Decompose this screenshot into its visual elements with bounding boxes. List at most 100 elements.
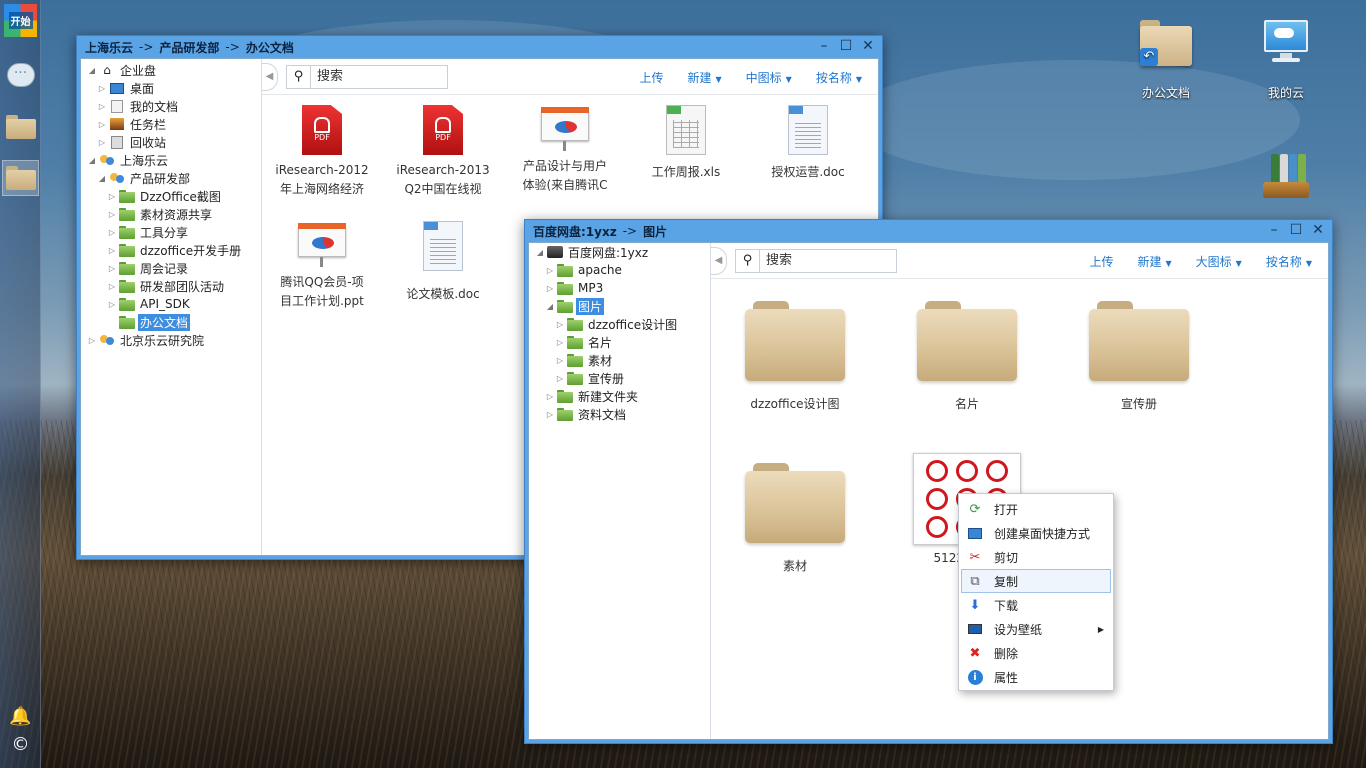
expand-arrow-icon[interactable]: ▷: [555, 320, 565, 329]
tree-item-my-documents[interactable]: ▷ 我的文档: [81, 97, 261, 115]
tree-item-enterprise-disk[interactable]: ◢ ⌂ 企业盘: [81, 61, 261, 79]
tree-item-office-docs-selected[interactable]: 办公文档: [81, 313, 261, 331]
menu-item-properties[interactable]: i 属性: [961, 665, 1111, 689]
expand-arrow-icon[interactable]: ▷: [97, 102, 107, 111]
menu-item-set-wallpaper[interactable]: 设为壁纸 ▶: [961, 617, 1111, 641]
upload-button[interactable]: 上传: [639, 69, 663, 86]
expand-arrow-icon[interactable]: ▷: [107, 282, 117, 291]
expand-arrow-icon[interactable]: ▷: [97, 138, 107, 147]
new-dropdown[interactable]: 新建 ▼: [687, 69, 721, 86]
desktop-icon-my-cloud[interactable]: 我的云: [1246, 18, 1326, 101]
maximize-button[interactable]: ☐: [838, 38, 854, 54]
tree-item-pictures-selected[interactable]: ◢ 图片: [529, 297, 710, 315]
folder-item[interactable]: 名片: [917, 301, 1017, 414]
tree-item-folder[interactable]: ▷ 新建文件夹: [529, 387, 710, 405]
file-item[interactable]: 论文模板.doc: [393, 221, 493, 304]
file-item[interactable]: 产品设计与用户 体验(来自腾讯C: [515, 105, 615, 195]
tree-item-folder[interactable]: ▷ 周会记录: [81, 259, 261, 277]
tree-item-beijing-institute[interactable]: ▷ 北京乐云研究院: [81, 331, 261, 349]
window-title-bar[interactable]: 百度网盘:1yxz -> 图片: [525, 220, 1332, 242]
collapse-arrow-icon[interactable]: ◢: [545, 302, 555, 311]
expand-arrow-icon[interactable]: ▷: [545, 410, 555, 419]
file-item[interactable]: 工作周报.xls: [636, 105, 736, 182]
menu-item-open[interactable]: ⟳ 打开: [961, 497, 1111, 521]
menu-item-create-shortcut[interactable]: 创建桌面快捷方式: [961, 521, 1111, 545]
copyright-icon[interactable]: ©: [4, 728, 37, 761]
expand-arrow-icon[interactable]: ▷: [555, 338, 565, 347]
expand-arrow-icon[interactable]: ▷: [107, 264, 117, 273]
tree-item-folder[interactable]: ▷ dzzoffice开发手册: [81, 241, 261, 259]
close-button[interactable]: ✕: [860, 38, 876, 54]
sort-dropdown[interactable]: 按名称 ▼: [816, 69, 862, 86]
menu-item-cut[interactable]: ✂ 剪切: [961, 545, 1111, 569]
menu-item-delete[interactable]: ✖ 删除: [961, 641, 1111, 665]
expand-arrow-icon[interactable]: ▷: [555, 356, 565, 365]
expand-arrow-icon[interactable]: ▷: [107, 228, 117, 237]
sort-dropdown[interactable]: 按名称 ▼: [1266, 253, 1312, 270]
collapse-arrow-icon[interactable]: ◢: [535, 248, 545, 257]
start-button[interactable]: 开始: [4, 4, 37, 37]
breadcrumb-item[interactable]: 产品研发部: [159, 39, 219, 56]
search-input[interactable]: [760, 249, 896, 272]
menu-item-copy[interactable]: ⧉ 复制: [961, 569, 1111, 593]
new-dropdown[interactable]: 新建 ▼: [1137, 253, 1171, 270]
upload-button[interactable]: 上传: [1089, 253, 1113, 270]
collapse-arrow-icon[interactable]: ◢: [87, 156, 97, 165]
tree-item-folder[interactable]: ▷ 名片: [529, 333, 710, 351]
file-item[interactable]: 授权运营.doc: [758, 105, 858, 182]
collapse-sidebar-button[interactable]: ◀: [262, 62, 278, 91]
file-item[interactable]: PDF iResearch-2012 年上海网络经济: [272, 105, 372, 199]
file-item[interactable]: 腾讯QQ会员-项 目工作计划.ppt: [272, 221, 372, 311]
tree-item-desktop[interactable]: ▷ 桌面: [81, 79, 261, 97]
breadcrumb-item[interactable]: 上海乐云: [85, 39, 133, 56]
minimize-button[interactable]: –: [1266, 222, 1282, 238]
tree-item-folder[interactable]: ▷ 资料文档: [529, 405, 710, 423]
view-mode-dropdown[interactable]: 大图标 ▼: [1196, 253, 1242, 270]
breadcrumb-item[interactable]: 图片: [643, 223, 667, 240]
close-button[interactable]: ✕: [1310, 222, 1326, 238]
tree-item-rnd-dept[interactable]: ◢ 产品研发部: [81, 169, 261, 187]
tree-item-folder[interactable]: ▷ DzzOffice截图: [81, 187, 261, 205]
folder-item[interactable]: 宣传册: [1089, 301, 1189, 414]
active-folder-taskbar-button[interactable]: [2, 160, 39, 196]
breadcrumb-item[interactable]: 百度网盘:1yxz: [533, 223, 617, 240]
tree-item-folder[interactable]: ▷ 宣传册: [529, 369, 710, 387]
minimize-button[interactable]: –: [816, 38, 832, 54]
expand-arrow-icon[interactable]: ▷: [545, 284, 555, 293]
collapse-arrow-icon[interactable]: ◢: [87, 66, 97, 75]
tree-item-folder[interactable]: ▷ 素材资源共享: [81, 205, 261, 223]
menu-item-download[interactable]: ⬇ 下载: [961, 593, 1111, 617]
chat-taskbar-button[interactable]: ···: [4, 58, 37, 91]
collapse-arrow-icon[interactable]: ◢: [97, 174, 107, 183]
desktop-icon-office-docs[interactable]: ↶ 办公文档: [1126, 20, 1206, 101]
window-title-bar[interactable]: 上海乐云 -> 产品研发部 -> 办公文档: [77, 36, 882, 58]
expand-arrow-icon[interactable]: ▷: [97, 120, 107, 129]
folder-taskbar-button[interactable]: [4, 110, 37, 143]
search-input[interactable]: [311, 65, 447, 88]
expand-arrow-icon[interactable]: ▷: [87, 336, 97, 345]
folder-item[interactable]: dzzoffice设计图: [745, 301, 845, 414]
collapse-sidebar-button[interactable]: ◀: [711, 246, 727, 275]
tree-item-taskbar[interactable]: ▷ 任务栏: [81, 115, 261, 133]
tree-item-shanghai-leyun[interactable]: ◢ 上海乐云: [81, 151, 261, 169]
tree-item-folder[interactable]: ▷ API_SDK: [81, 295, 261, 313]
expand-arrow-icon[interactable]: ▷: [555, 374, 565, 383]
expand-arrow-icon[interactable]: ▷: [545, 392, 555, 401]
desktop-icon-binder[interactable]: [1246, 150, 1326, 204]
maximize-button[interactable]: ☐: [1288, 222, 1304, 238]
folder-item[interactable]: 素材: [745, 463, 845, 576]
expand-arrow-icon[interactable]: ▷: [545, 266, 555, 275]
expand-arrow-icon[interactable]: ▷: [107, 300, 117, 309]
tree-item-folder[interactable]: ▷ 工具分享: [81, 223, 261, 241]
file-item[interactable]: PDF iResearch-2013 Q2中国在线视: [393, 105, 493, 199]
tree-item-baidu-disk[interactable]: ◢ 百度网盘:1yxz: [529, 243, 710, 261]
tree-item-folder[interactable]: ▷ 研发部团队活动: [81, 277, 261, 295]
tree-item-recycle-bin[interactable]: ▷ 回收站: [81, 133, 261, 151]
tree-item-folder[interactable]: ▷ apache: [529, 261, 710, 279]
expand-arrow-icon[interactable]: ▷: [107, 192, 117, 201]
view-mode-dropdown[interactable]: 中图标 ▼: [746, 69, 792, 86]
tree-item-folder[interactable]: ▷ dzzoffice设计图: [529, 315, 710, 333]
breadcrumb-item[interactable]: 办公文档: [246, 39, 294, 56]
expand-arrow-icon[interactable]: ▷: [107, 246, 117, 255]
expand-arrow-icon[interactable]: ▷: [97, 84, 107, 93]
